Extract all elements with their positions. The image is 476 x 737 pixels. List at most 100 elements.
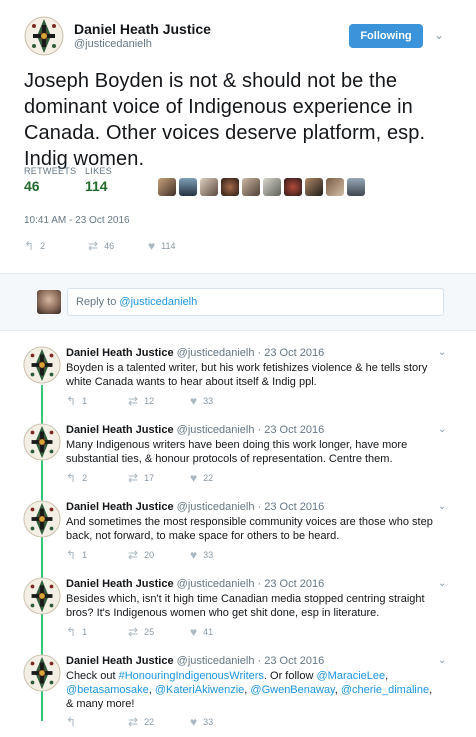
tweet-text: Joseph Boyden is not & should not be the… bbox=[24, 70, 426, 170]
like-count: 114 bbox=[161, 241, 176, 251]
retweet-icon: ⇄ bbox=[88, 239, 99, 253]
liker-avatar[interactable] bbox=[200, 178, 218, 196]
tweet-timestamp[interactable]: 10:41 AM - 23 Oct 2016 bbox=[24, 215, 130, 226]
retweet-action[interactable]: ⇄ 12 bbox=[128, 395, 154, 407]
thread-avatar[interactable] bbox=[23, 423, 61, 461]
heart-icon: ♥ bbox=[190, 548, 198, 562]
retweet-icon: ⇄ bbox=[128, 625, 139, 639]
thread-author[interactable]: Daniel Heath Justice @justicedanielh · 2… bbox=[66, 347, 324, 359]
thread-avatar[interactable] bbox=[23, 500, 61, 538]
like-count: 41 bbox=[203, 627, 214, 637]
liker-avatar[interactable] bbox=[221, 178, 239, 196]
like-action[interactable]: ♥ 22 bbox=[190, 472, 213, 484]
liker-avatar[interactable] bbox=[242, 178, 260, 196]
retweet-action[interactable]: ⇄ 17 bbox=[128, 472, 154, 484]
thread-author[interactable]: Daniel Heath Justice @justicedanielh · 2… bbox=[66, 578, 324, 590]
thread-meta: @justicedanielh · 23 Oct 2016 bbox=[176, 424, 325, 436]
like-action[interactable]: ♥ 41 bbox=[190, 626, 213, 638]
thread-text: Boyden is a talented writer, but his wor… bbox=[66, 362, 428, 388]
reply-icon: ↰ bbox=[66, 625, 77, 639]
author-handle[interactable]: @justicedanielh bbox=[74, 38, 152, 50]
retweet-action[interactable]: ⇄ 25 bbox=[128, 626, 154, 638]
mention-link[interactable]: @MaracieLee bbox=[317, 670, 386, 682]
thread-text: Besides which, isn't it high time Canadi… bbox=[66, 593, 425, 619]
reply-action[interactable]: ↰ 1 bbox=[66, 549, 87, 561]
thread-author[interactable]: Daniel Heath Justice @justicedanielh · 2… bbox=[66, 501, 324, 513]
thread-meta: @justicedanielh · 23 Oct 2016 bbox=[176, 578, 325, 590]
reply-handle: @justicedanielh bbox=[119, 296, 198, 308]
mention-link[interactable]: @betasamosake bbox=[66, 684, 149, 696]
retweet-count: 22 bbox=[144, 717, 155, 727]
like-action[interactable]: ♥ 33 bbox=[190, 716, 213, 728]
reply-action[interactable]: ↰ 1 bbox=[66, 626, 87, 638]
liker-avatar[interactable] bbox=[305, 178, 323, 196]
retweet-icon: ⇄ bbox=[128, 548, 139, 562]
chevron-down-icon[interactable]: ⌄ bbox=[434, 28, 444, 42]
likes-stat[interactable]: LIKES 114 bbox=[85, 166, 112, 194]
chevron-down-icon[interactable]: ⌄ bbox=[438, 655, 446, 666]
reply-count: 1 bbox=[82, 627, 88, 637]
divider bbox=[0, 330, 476, 331]
mention-link[interactable]: @cherie_dimaline bbox=[341, 684, 429, 696]
like-count: 33 bbox=[203, 717, 214, 727]
retweet-action[interactable]: ⇄ 46 bbox=[88, 240, 114, 252]
thread-author[interactable]: Daniel Heath Justice @justicedanielh · 2… bbox=[66, 424, 324, 436]
thread-author[interactable]: Daniel Heath Justice @justicedanielh · 2… bbox=[66, 655, 324, 667]
reply-action[interactable]: ↰ bbox=[66, 716, 82, 728]
like-count: 22 bbox=[203, 473, 214, 483]
reply-count: 2 bbox=[40, 241, 46, 251]
liker-avatar[interactable] bbox=[179, 178, 197, 196]
reply-action[interactable]: ↰ 1 bbox=[66, 395, 87, 407]
reply-icon: ↰ bbox=[66, 548, 77, 562]
thread-avatar[interactable] bbox=[23, 654, 61, 692]
like-count: 33 bbox=[203, 550, 214, 560]
author-name[interactable]: Daniel Heath Justice bbox=[74, 21, 211, 37]
like-action[interactable]: ♥ 114 bbox=[148, 240, 175, 252]
retweets-value: 46 bbox=[24, 178, 40, 194]
heart-icon: ♥ bbox=[190, 715, 198, 729]
reply-icon: ↰ bbox=[66, 471, 77, 485]
liker-avatar[interactable] bbox=[263, 178, 281, 196]
liker-avatar[interactable] bbox=[158, 178, 176, 196]
liker-avatar[interactable] bbox=[284, 178, 302, 196]
mention-link[interactable]: @GwenBenaway bbox=[250, 684, 334, 696]
thread-meta: @justicedanielh · 23 Oct 2016 bbox=[176, 347, 325, 359]
like-action[interactable]: ♥ 33 bbox=[190, 395, 213, 407]
retweet-count: 46 bbox=[104, 241, 115, 251]
thread-avatar[interactable] bbox=[23, 346, 61, 384]
like-count: 33 bbox=[203, 396, 214, 406]
likes-label: LIKES bbox=[85, 166, 113, 176]
reply-action[interactable]: ↰ 2 bbox=[24, 240, 45, 252]
liker-avatar[interactable] bbox=[326, 178, 344, 196]
reply-icon: ↰ bbox=[66, 715, 77, 729]
thread-meta: @justicedanielh · 23 Oct 2016 bbox=[176, 501, 325, 513]
likers-avatars bbox=[158, 178, 368, 198]
author-avatar[interactable] bbox=[24, 16, 64, 56]
thread-avatar[interactable] bbox=[23, 577, 61, 615]
text-segment: . Or follow bbox=[263, 670, 317, 682]
chevron-down-icon[interactable]: ⌄ bbox=[438, 501, 446, 512]
reply-icon: ↰ bbox=[24, 239, 35, 253]
reply-input[interactable]: Reply to @justicedanielh bbox=[67, 288, 444, 316]
retweet-count: 12 bbox=[144, 396, 155, 406]
liker-avatar[interactable] bbox=[347, 178, 365, 196]
retweet-icon: ⇄ bbox=[128, 471, 139, 485]
chevron-down-icon[interactable]: ⌄ bbox=[438, 424, 446, 435]
reply-action[interactable]: ↰ 2 bbox=[66, 472, 87, 484]
retweet-count: 20 bbox=[144, 550, 155, 560]
heart-icon: ♥ bbox=[190, 625, 198, 639]
reply-prefix: Reply to bbox=[76, 296, 120, 308]
thread-text: Check out #HonouringIndigenousWriters. O… bbox=[66, 670, 433, 710]
retweets-stat[interactable]: RETWEETS 46 bbox=[24, 166, 76, 194]
following-button[interactable]: Following bbox=[349, 24, 423, 48]
hashtag-link[interactable]: #HonouringIndigenousWriters bbox=[119, 670, 264, 682]
thread-author-name: Daniel Heath Justice bbox=[66, 655, 174, 667]
retweet-action[interactable]: ⇄ 20 bbox=[128, 549, 154, 561]
reply-count: 1 bbox=[82, 396, 88, 406]
mention-link[interactable]: @KateriAkiwenzie bbox=[155, 684, 244, 696]
chevron-down-icon[interactable]: ⌄ bbox=[438, 578, 446, 589]
like-action[interactable]: ♥ 33 bbox=[190, 549, 213, 561]
reply-count: 1 bbox=[82, 550, 88, 560]
chevron-down-icon[interactable]: ⌄ bbox=[438, 347, 446, 358]
retweet-action[interactable]: ⇄ 22 bbox=[128, 716, 154, 728]
